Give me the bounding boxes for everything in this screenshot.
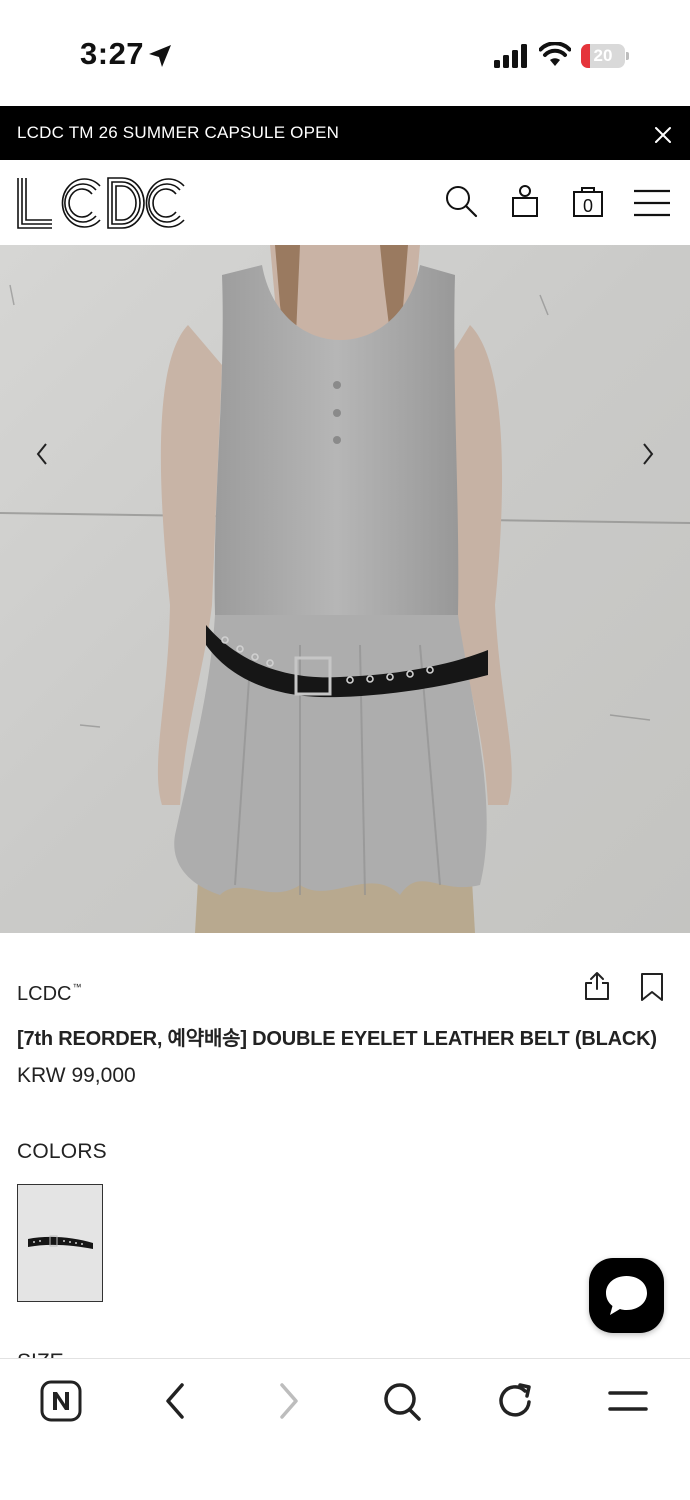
signal-icon bbox=[494, 44, 527, 68]
close-icon[interactable] bbox=[652, 124, 674, 146]
colors-label: COLORS bbox=[17, 1140, 107, 1163]
forward-icon[interactable] bbox=[274, 1380, 304, 1422]
trademark: ™ bbox=[72, 982, 82, 992]
chevron-right-icon[interactable] bbox=[636, 440, 660, 468]
product-photo bbox=[0, 245, 690, 933]
product-title: [7th REORDER, 예약배송] DOUBLE EYELET LEATHE… bbox=[17, 1028, 657, 1050]
battery-level: 20 bbox=[593, 46, 613, 65]
search-icon[interactable] bbox=[444, 184, 478, 218]
reload-icon[interactable] bbox=[496, 1380, 536, 1422]
size-label: SIZE bbox=[17, 1350, 64, 1358]
browser-search-icon[interactable] bbox=[382, 1380, 422, 1422]
wifi-icon bbox=[539, 42, 571, 66]
belt-thumbnail bbox=[28, 1235, 93, 1249]
shopping-bag-icon[interactable] bbox=[511, 184, 539, 218]
cart-icon[interactable]: 0 bbox=[572, 184, 604, 218]
browser-menu-icon[interactable] bbox=[608, 1380, 648, 1422]
back-icon[interactable] bbox=[160, 1380, 190, 1422]
product-price: KRW 99,000 bbox=[17, 1064, 136, 1087]
chat-bubble-icon bbox=[606, 1276, 647, 1315]
brand-name[interactable]: LCDC™ bbox=[17, 982, 81, 1006]
brand-text: LCDC bbox=[17, 983, 72, 1005]
status-time: 3:27 bbox=[80, 36, 145, 71]
cart-count: 0 bbox=[583, 196, 593, 216]
bookmark-icon[interactable] bbox=[640, 972, 664, 1002]
lcdc-logo[interactable] bbox=[16, 176, 188, 230]
location-arrow-icon bbox=[149, 45, 171, 67]
color-swatch-black[interactable] bbox=[17, 1184, 103, 1302]
chat-button[interactable] bbox=[589, 1258, 664, 1333]
announcement-text: LCDC TM 26 SUMMER CAPSULE OPEN bbox=[17, 123, 340, 142]
product-image[interactable] bbox=[0, 245, 690, 933]
naver-home-icon[interactable] bbox=[40, 1380, 82, 1422]
chevron-left-icon[interactable] bbox=[30, 440, 54, 468]
announcement-bar[interactable]: LCDC TM 26 SUMMER CAPSULE OPEN bbox=[0, 106, 690, 160]
browser-toolbar bbox=[0, 1358, 690, 1500]
share-icon[interactable] bbox=[583, 971, 611, 1001]
menu-icon[interactable] bbox=[634, 189, 670, 217]
status-bar: 3:27 20 bbox=[0, 0, 690, 106]
battery-icon: 20 bbox=[581, 44, 629, 68]
